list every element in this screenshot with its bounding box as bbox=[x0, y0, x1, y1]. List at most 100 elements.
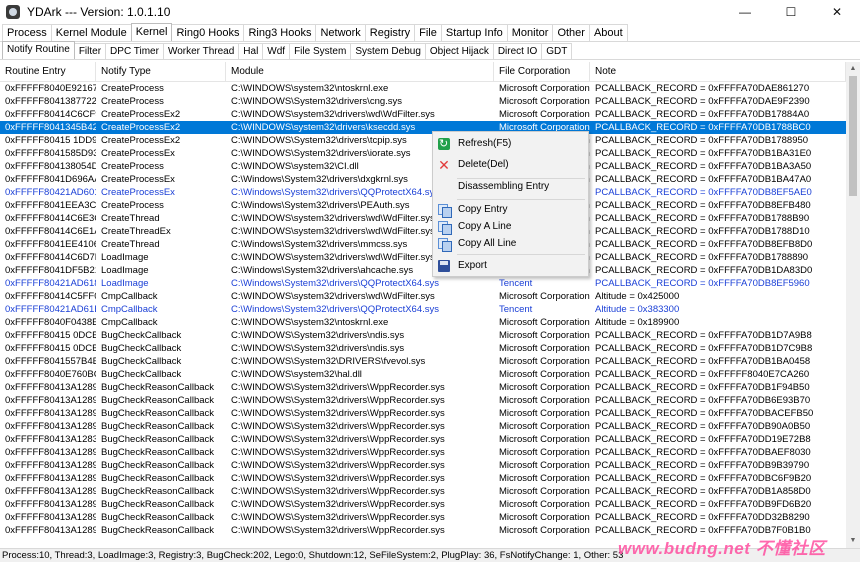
table-row[interactable]: 0xFFFFF80414C5FF00 CmpCallback C:\WINDOWS\… bbox=[0, 290, 846, 303]
table-row[interactable]: 0xFFFFF804138054D0 CreateProcess C:\WINDOW… bbox=[0, 160, 846, 173]
maximize-button[interactable]: ☐ bbox=[768, 0, 814, 24]
table-row[interactable]: 0xFFFFF80413A12890 BugCheckReasonCallback… bbox=[0, 511, 846, 524]
menu-item-delete[interactable]: ✕ Delete(Del) bbox=[433, 156, 588, 174]
table-row[interactable]: 0xFFFFF80413A12890 BugCheckReasonCallback… bbox=[0, 472, 846, 485]
cell-module: C:\Windows\System32\drivers\QQProtectX64… bbox=[231, 278, 440, 289]
table-row[interactable]: 0xFFFFF80413A12890 BugCheckReasonCallback… bbox=[0, 420, 846, 433]
table-row[interactable]: 0xFFFFF80413A12890 BugCheckReasonCallback… bbox=[0, 394, 846, 407]
table-row[interactable]: 0xFFFFF80415 0DCB50 BugCheckCallback C:\WI… bbox=[0, 329, 846, 342]
scroll-up-icon[interactable]: ▲ bbox=[846, 62, 860, 76]
table-row[interactable]: 0xFFFFF80413A12890 BugCheckReasonCallback… bbox=[0, 459, 846, 472]
tab-ring0-hooks[interactable]: Ring0 Hooks bbox=[171, 24, 245, 41]
subtab-notify-routine[interactable]: Notify Routine bbox=[2, 41, 75, 59]
cell-module: C:\WINDOWS\system32\drivers\wd\WdFilter.… bbox=[231, 109, 435, 120]
table-row[interactable]: 0xFFFFF80413A12890 BugCheckReasonCallback… bbox=[0, 407, 846, 420]
cell-note: PCALLBACK_RECORD = 0xFFFFA70DB1F94B50 bbox=[595, 382, 810, 393]
tab-file[interactable]: File bbox=[414, 24, 442, 41]
cell-module: C:\WINDOWS\System32\drivers\WppRecorder.… bbox=[231, 499, 445, 510]
table-row[interactable]: 0xFFFFF80413A12890 BugCheckReasonCallback… bbox=[0, 446, 846, 459]
context-menu: Refresh(F5) ✕ Delete(Del) Disassembling … bbox=[432, 131, 589, 277]
menu-item-disassemble[interactable]: Disassembling Entry bbox=[433, 178, 588, 196]
tab-startup-info[interactable]: Startup Info bbox=[440, 24, 508, 41]
table-row[interactable]: 0xFFFFF80421AD618C LoadImage C:\Windows\Sy… bbox=[0, 277, 846, 290]
cell-file-corporation: Microsoft Corporation bbox=[499, 395, 590, 406]
tab-network[interactable]: Network bbox=[315, 24, 366, 41]
tab-other[interactable]: Other bbox=[552, 24, 590, 41]
copy-icon bbox=[438, 221, 452, 235]
table-row[interactable]: 0xFFFFF80415 0DCB50 BugCheckCallback C:\WI… bbox=[0, 342, 846, 355]
subtab-filter[interactable]: Filter bbox=[73, 43, 107, 59]
cell-routine-entry: 0xFFFFF80413A12890 bbox=[5, 499, 96, 510]
cell-notify-type: BugCheckReasonCallback bbox=[101, 395, 215, 406]
menu-item-refresh[interactable]: Refresh(F5) bbox=[433, 135, 588, 153]
tab-kernel[interactable]: Kernel bbox=[130, 23, 173, 41]
column-header-file-corporation[interactable]: File Corporation bbox=[494, 62, 590, 82]
table-row[interactable]: 0xFFFFF80413A12890 BugCheckReasonCallback… bbox=[0, 485, 846, 498]
cell-module: C:\WINDOWS\system32\ntoskrnl.exe bbox=[231, 83, 389, 94]
minimize-button[interactable]: — bbox=[722, 0, 768, 24]
table-row[interactable]: 0xFFFFF80413A12830 BugCheckReasonCallback… bbox=[0, 433, 846, 446]
table-row[interactable]: 0xFFFFF8041D696AA0 CreateProcessEx C:\Wind… bbox=[0, 173, 846, 186]
column-header-notify-type[interactable]: Notify Type bbox=[96, 62, 226, 82]
table-row[interactable]: 0xFFFFF80414C6D7F0 LoadImage C:\WINDOWS\sy… bbox=[0, 251, 846, 264]
column-header-note[interactable]: Note bbox=[590, 62, 846, 82]
menu-item-copy-all[interactable]: Copy All Line bbox=[433, 235, 588, 253]
column-header-routine-entry[interactable]: Routine Entry bbox=[0, 62, 96, 82]
menu-item-copy-line[interactable]: Copy A Line bbox=[433, 218, 588, 236]
table-row[interactable]: 0xFFFFF8041557B4E0 BugCheckCallback C:\WIN… bbox=[0, 355, 846, 368]
subtab-dpc-timer[interactable]: DPC Timer bbox=[105, 43, 164, 59]
subtab-system-debug[interactable]: System Debug bbox=[350, 43, 426, 59]
table-row[interactable]: 0xFFFFF80414C6E3C0CreateThreadC:\WINDOWS… bbox=[0, 212, 846, 225]
scroll-down-icon[interactable]: ▼ bbox=[846, 534, 860, 548]
subtab-direct-io[interactable]: Direct IO bbox=[492, 43, 543, 59]
cell-file-corporation: Microsoft Corporation bbox=[499, 525, 590, 536]
subtab-object-hijack[interactable]: Object Hijack bbox=[424, 43, 494, 59]
menu-item-export[interactable]: Export bbox=[433, 257, 588, 275]
table-row[interactable]: 0xFFFFF8040E760BC0 BugCheckCallback C:\WIN… bbox=[0, 368, 846, 381]
vertical-scrollbar[interactable]: ▲ ▼ bbox=[846, 62, 860, 548]
column-header-module[interactable]: Module bbox=[226, 62, 494, 82]
table-row[interactable]: 0xFFFFF80414C6CF90 CreateProcessEx2 C:\WIN… bbox=[0, 108, 846, 121]
cell-file-corporation: Microsoft Corporation bbox=[499, 434, 590, 445]
cell-module: C:\WINDOWS\System32\drivers\ndis.sys bbox=[231, 343, 405, 354]
table-row[interactable]: 0xFFFFF8041585D930 CreateProcessEx C:\WIND… bbox=[0, 147, 846, 160]
table-row[interactable]: 0xFFFFF80414C6E1A0 CreateThreadEx C:\WINDO… bbox=[0, 225, 846, 238]
tab-ring3-hooks[interactable]: Ring3 Hooks bbox=[243, 24, 317, 41]
subtab-worker-thread[interactable]: Worker Thread bbox=[162, 43, 240, 59]
scroll-thumb[interactable] bbox=[849, 76, 857, 196]
menu-item-refresh-label: Refresh(F5) bbox=[458, 138, 512, 149]
table-row[interactable]: 0xFFFFF80413A12890 BugCheckReasonCallback… bbox=[0, 498, 846, 511]
subtab-gdt[interactable]: GDT bbox=[541, 43, 573, 59]
subtab-file-system[interactable]: File System bbox=[289, 43, 352, 59]
tab-process[interactable]: Process bbox=[2, 24, 52, 41]
cell-routine-entry: 0xFFFFF80413A12890 bbox=[5, 408, 96, 419]
cell-file-corporation: Microsoft Corporation bbox=[499, 512, 590, 523]
table-row[interactable]: 0xFFFFF8040F0438E0 CmpCallback C:\WINDOWS\… bbox=[0, 316, 846, 329]
close-button[interactable]: ✕ bbox=[814, 0, 860, 24]
cell-routine-entry: 0xFFFFF8041585D930 bbox=[5, 148, 96, 159]
table-row[interactable]: 0xFFFFF80415 1DD9F0CreateProcessEx2C:\WI… bbox=[0, 134, 846, 147]
tab-registry[interactable]: Registry bbox=[364, 24, 416, 41]
subtab-hal[interactable]: Hal bbox=[238, 43, 264, 59]
cell-file-corporation: Microsoft Corporation bbox=[499, 382, 590, 393]
tab-about[interactable]: About bbox=[588, 24, 628, 41]
table-row[interactable]: 0xFFFFF80421AD601CCreateProcessExC:\Wind… bbox=[0, 186, 846, 199]
table-row[interactable]: 0xFFFFF80421AD61EC CmpCallback C:\Windows\… bbox=[0, 303, 846, 316]
table-row[interactable]: 0xFFFFF80413877220 CreateProcess C:\WINDOW… bbox=[0, 95, 846, 108]
tab-monitor[interactable]: Monitor bbox=[506, 24, 554, 41]
table-row[interactable]: 0xFFFFF8041EEA3CF0CreateProcessC:\Window… bbox=[0, 199, 846, 212]
table-row[interactable]: 0xFFFFF8041EE41060 CreateThread C:\Windows… bbox=[0, 238, 846, 251]
cell-module: C:\WINDOWS\system32\ntoskrnl.exe bbox=[231, 317, 389, 328]
cell-note: PCALLBACK_RECORD = 0xFFFFA70DB8EF5960 bbox=[595, 278, 810, 289]
table-row[interactable]: 0xFFFFF8040E921670 CreateProcess C:\WINDOW… bbox=[0, 82, 846, 95]
table-row[interactable]: 0xFFFFF80413A12890 BugCheckReasonCallback… bbox=[0, 381, 846, 394]
cell-notify-type: CreateProcessEx bbox=[101, 148, 175, 159]
table-row[interactable]: 0xFFFFF8041345B420 CreateProcessEx2 C:\WIN… bbox=[0, 121, 846, 134]
menu-item-copy-entry[interactable]: Copy Entry bbox=[433, 201, 588, 219]
cell-routine-entry: 0xFFFFF80413A12890 bbox=[5, 460, 96, 471]
tab-kernel-module[interactable]: Kernel Module bbox=[50, 24, 132, 41]
table-row[interactable]: 0xFFFFF8041DF5B210 LoadImage C:\Windows\Sy… bbox=[0, 264, 846, 277]
subtab-wdf[interactable]: Wdf bbox=[262, 43, 291, 59]
cell-module: C:\Windows\System32\drivers\QQProtectX64… bbox=[231, 304, 440, 315]
cell-module: C:\WINDOWS\System32\drivers\WppRecorder.… bbox=[231, 395, 445, 406]
